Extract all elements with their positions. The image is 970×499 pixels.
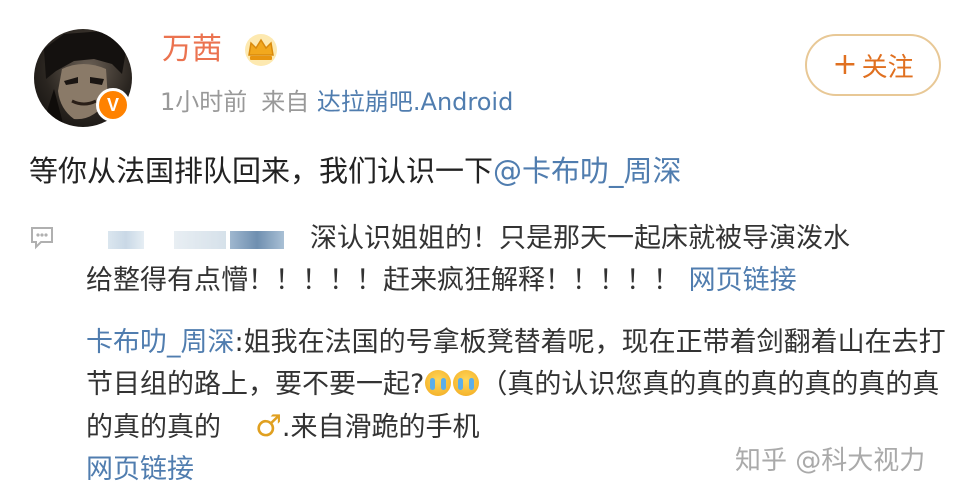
post-meta: 1小时前 来自 达拉崩吧.Android (160, 85, 513, 119)
web-link[interactable]: 网页链接 (86, 454, 194, 485)
watermark: 知乎 @科大视力 (735, 446, 926, 476)
post-body: 等你从法国排队回来，我们认识一下 (29, 154, 494, 188)
crying-emoji-icon (425, 370, 452, 396)
username[interactable]: 万茜 (162, 30, 222, 70)
verified-badge-icon: V (96, 88, 130, 122)
blurred-text (230, 230, 284, 249)
blurred-text (174, 230, 226, 249)
post-source[interactable]: 达拉崩吧.Android (317, 88, 513, 116)
reply-author[interactable]: 卡布叻_周深 (86, 327, 235, 358)
weibo-post: V 万茜 1小时前 来自 达拉崩吧.Android + 关注 等你从法国排队回来，我… (0, 0, 970, 499)
blurred-text (108, 230, 144, 249)
web-link[interactable]: 网页链接 (689, 265, 797, 296)
crying-emoji-icon (453, 370, 480, 396)
post-mention[interactable]: @卡布叻_周深 (493, 154, 682, 188)
from-label: 来自 (261, 88, 310, 116)
comment1-line2: 给整得有点懵！！！！！赶来疯狂解释！！！！！ (86, 265, 680, 296)
comment1-line1: 深认识姐姐的！只是那天一起床就被导演泼水 (310, 223, 850, 254)
reply-text3: .来自滑跪的手机 (281, 412, 480, 443)
follow-label: 关注 (861, 52, 914, 83)
plus-icon: + (832, 47, 858, 82)
repost-comment: 深认识姐姐的！只是那天一起床就被导演泼水 给整得有点懵！！！！！赶来疯狂解释！！… (86, 218, 946, 302)
male-symbol-icon: ♂ (255, 409, 282, 444)
post-time: 1小时前 (160, 88, 248, 116)
comment-bubble-icon (31, 227, 53, 250)
post-text: 等你从法国排队回来，我们认识一下@卡布叻_周深 (29, 148, 682, 194)
crown-icon[interactable] (243, 33, 279, 67)
follow-button[interactable]: + 关注 (805, 34, 941, 96)
